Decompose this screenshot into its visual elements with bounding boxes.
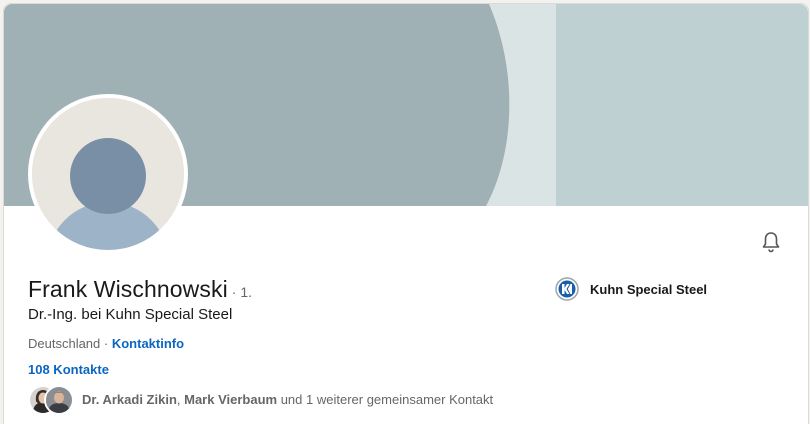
profile-headline: Dr.-Ing. bei Kuhn Special Steel <box>28 306 233 323</box>
current-company[interactable]: Kuhn Special Steel <box>555 277 707 301</box>
kuhn-logo-icon <box>555 277 579 301</box>
location-row: Deutschland · Kontaktinfo <box>28 336 184 351</box>
mutual-name-1[interactable]: Dr. Arkadi Zikin <box>82 392 177 407</box>
profile-name: Frank Wischnowski <box>28 276 228 302</box>
mutual-connections[interactable]: Dr. Arkadi Zikin, Mark Vierbaum und 1 we… <box>28 384 493 415</box>
bell-icon[interactable] <box>759 230 783 254</box>
profile-location: Deutschland <box>28 336 101 351</box>
mutual-connections-text: Dr. Arkadi Zikin, Mark Vierbaum und 1 we… <box>82 392 493 407</box>
contact-info-link[interactable]: Kontaktinfo <box>112 336 184 351</box>
mutual-rest: und 1 weiterer gemeinsamer Kontakt <box>277 391 494 407</box>
name-row: Frank Wischnowski · 1. <box>28 276 252 303</box>
default-avatar-icon <box>32 98 184 250</box>
location-separator: · <box>100 336 112 351</box>
mutual-name-2[interactable]: Mark Vierbaum <box>184 392 277 407</box>
mutual-avatar-2 <box>44 385 74 415</box>
profile-card: Frank Wischnowski · 1. Dr.-Ing. bei Kuhn… <box>3 3 809 424</box>
profile-avatar[interactable] <box>28 94 188 254</box>
connections-link[interactable]: 108 Kontakte <box>28 362 109 377</box>
mutual-avatars <box>28 384 74 415</box>
company-name: Kuhn Special Steel <box>590 281 708 297</box>
connection-degree: · 1. <box>231 284 253 300</box>
